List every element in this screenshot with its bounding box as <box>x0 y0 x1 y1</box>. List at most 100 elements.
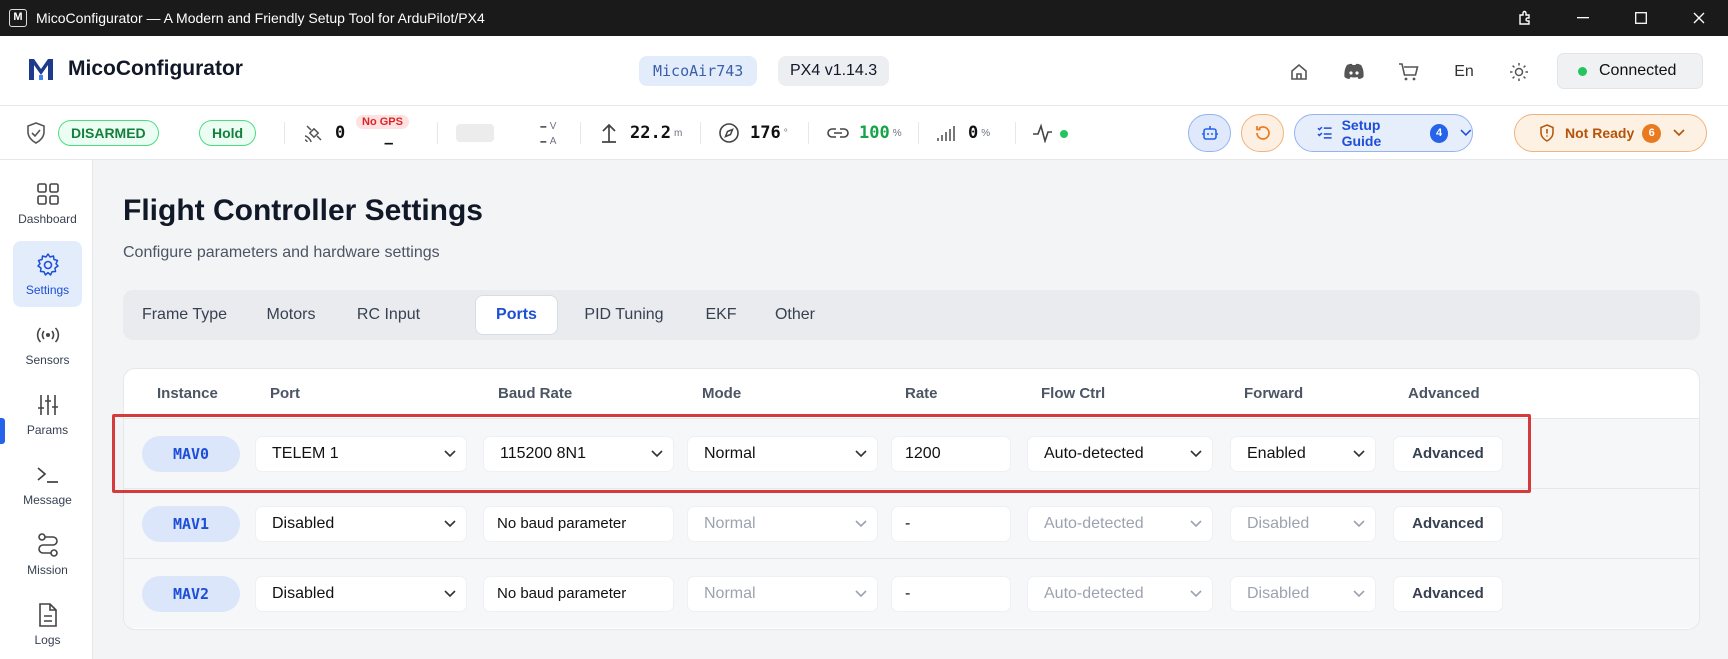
sidebar-item-params[interactable]: Params <box>13 381 82 447</box>
signal-bars-icon <box>936 106 958 160</box>
sidebar-item-label: Settings <box>25 282 70 297</box>
rssi-value: 0 <box>968 123 979 143</box>
satellite-icon <box>303 106 325 160</box>
setup-guide-count: 4 <box>1429 123 1449 143</box>
chevron-down-icon <box>855 507 869 541</box>
port-select[interactable]: TELEM 1 <box>255 436 467 472</box>
column-header: Flow Ctrl <box>1041 385 1106 402</box>
setup-guide-label: Setup Guide <box>1341 117 1382 149</box>
compass-icon <box>718 106 740 160</box>
altitude-unit: m <box>673 127 683 139</box>
terminal-icon <box>35 462 61 488</box>
sidebar-item-dashboard[interactable]: Dashboard <box>13 170 82 236</box>
setup-guide-button[interactable]: Setup Guide 4 <box>1294 114 1473 152</box>
forward-select-value: Enabled <box>1247 445 1306 462</box>
language-button[interactable]: En <box>1450 58 1478 86</box>
rate-input[interactable]: - <box>891 576 1011 612</box>
app-name: MicoConfigurator <box>68 57 243 80</box>
instance-badge: MAV1 <box>142 506 240 542</box>
column-header: Advanced <box>1408 385 1480 402</box>
chevron-down-icon <box>1190 507 1204 541</box>
sidebar: Dashboard Settings Sensors Params Messag… <box>0 160 93 659</box>
forward-select[interactable]: Enabled <box>1230 436 1376 472</box>
advanced-button[interactable]: Advanced <box>1393 506 1503 542</box>
rate-input[interactable]: 1200 <box>891 436 1011 472</box>
chevron-down-icon <box>1353 577 1367 611</box>
tab-ports[interactable]: Ports <box>475 295 558 335</box>
port-select-value: TELEM 1 <box>272 445 339 462</box>
refresh-button[interactable] <box>1241 114 1284 152</box>
tab-rc-input[interactable]: RC Input <box>336 295 441 335</box>
rssi-unit: % <box>981 127 991 139</box>
tab-other[interactable]: Other <box>760 295 830 335</box>
sidebar-item-message[interactable]: Message <box>13 451 82 517</box>
sidebar-item-sensors[interactable]: Sensors <box>13 311 82 377</box>
link-icon <box>827 106 849 160</box>
link-quality-value: 100 <box>859 123 890 143</box>
connected-dot-icon <box>1578 66 1587 76</box>
heading-value: 176 <box>750 123 781 143</box>
table-row: MAV2 Disabled No baud parameter Normal -… <box>124 558 1699 628</box>
route-icon <box>35 532 61 558</box>
mode-select-value: Normal <box>704 585 756 602</box>
flight-mode-badge[interactable]: Hold <box>199 120 257 146</box>
chevron-down-icon <box>1190 437 1204 471</box>
flow-ctrl-select[interactable]: Auto-detected <box>1027 436 1213 472</box>
chevron-down-icon <box>444 577 458 611</box>
minimize-button[interactable] <box>1554 0 1612 36</box>
tab-motors[interactable]: Motors <box>251 295 331 335</box>
port-select-value: Disabled <box>272 515 335 532</box>
mode-select[interactable]: Normal <box>687 506 878 542</box>
sidebar-item-mission[interactable]: Mission <box>13 521 82 587</box>
not-ready-button[interactable]: Not Ready 6 <box>1514 114 1707 152</box>
port-select[interactable]: Disabled <box>255 576 467 612</box>
chevron-down-icon <box>1353 507 1367 541</box>
sidebar-item-label: Params <box>26 422 69 437</box>
app-header: MicoConfigurator MicoAir743 PX4 v1.14.3 … <box>0 36 1728 106</box>
app-logo-icon: M <box>9 9 27 27</box>
chevron-down-icon <box>855 577 869 611</box>
maximize-button[interactable] <box>1612 0 1670 36</box>
ports-table: Instance Port Baud Rate Mode Rate Flow C… <box>123 368 1700 630</box>
battery-icon <box>456 124 494 142</box>
forward-select[interactable]: Disabled <box>1230 506 1376 542</box>
mode-select-value: Normal <box>704 515 756 532</box>
extension-icon[interactable] <box>1496 0 1554 36</box>
baud-field: No baud parameter <box>483 576 674 612</box>
forward-select-value: Disabled <box>1247 585 1310 602</box>
rate-input[interactable]: - <box>891 506 1011 542</box>
document-icon <box>35 602 61 628</box>
board-chip: MicoAir743 <box>639 56 758 86</box>
chevron-down-icon <box>1190 577 1204 611</box>
port-select[interactable]: Disabled <box>255 506 467 542</box>
sidebar-item-label: Dashboard <box>18 211 77 226</box>
mode-select[interactable]: Normal <box>687 436 878 472</box>
flow-ctrl-select-value: Auto-detected <box>1044 445 1144 462</box>
tab-ekf[interactable]: EKF <box>691 295 751 335</box>
column-header: Mode <box>702 385 742 402</box>
flow-ctrl-select[interactable]: Auto-detected <box>1027 576 1213 612</box>
robot-button[interactable] <box>1188 114 1231 152</box>
close-button[interactable] <box>1670 0 1728 36</box>
connection-button[interactable]: Connected <box>1557 53 1703 89</box>
discord-icon[interactable] <box>1340 58 1368 86</box>
home-icon[interactable] <box>1285 58 1313 86</box>
theme-sun-icon[interactable] <box>1505 58 1533 86</box>
sidebar-item-logs[interactable]: Logs <box>13 591 82 657</box>
sidebar-item-settings[interactable]: Settings <box>13 241 82 307</box>
current-unit: A <box>549 135 557 147</box>
chevron-down-icon <box>855 437 869 471</box>
mode-select[interactable]: Normal <box>687 576 878 612</box>
cart-icon[interactable] <box>1395 58 1423 86</box>
advanced-button[interactable]: Advanced <box>1393 576 1503 612</box>
tab-frame-type[interactable]: Frame Type <box>123 295 246 335</box>
column-header: Forward <box>1244 385 1304 402</box>
instance-badge: MAV2 <box>142 576 240 612</box>
chevron-down-icon <box>1460 129 1472 137</box>
forward-select[interactable]: Disabled <box>1230 576 1376 612</box>
flow-ctrl-select[interactable]: Auto-detected <box>1027 506 1213 542</box>
advanced-button[interactable]: Advanced <box>1393 436 1503 472</box>
baud-select[interactable]: 115200 8N1 <box>483 436 674 472</box>
not-ready-label: Not Ready <box>1565 125 1635 141</box>
tab-pid-tuning[interactable]: PID Tuning <box>567 295 681 335</box>
